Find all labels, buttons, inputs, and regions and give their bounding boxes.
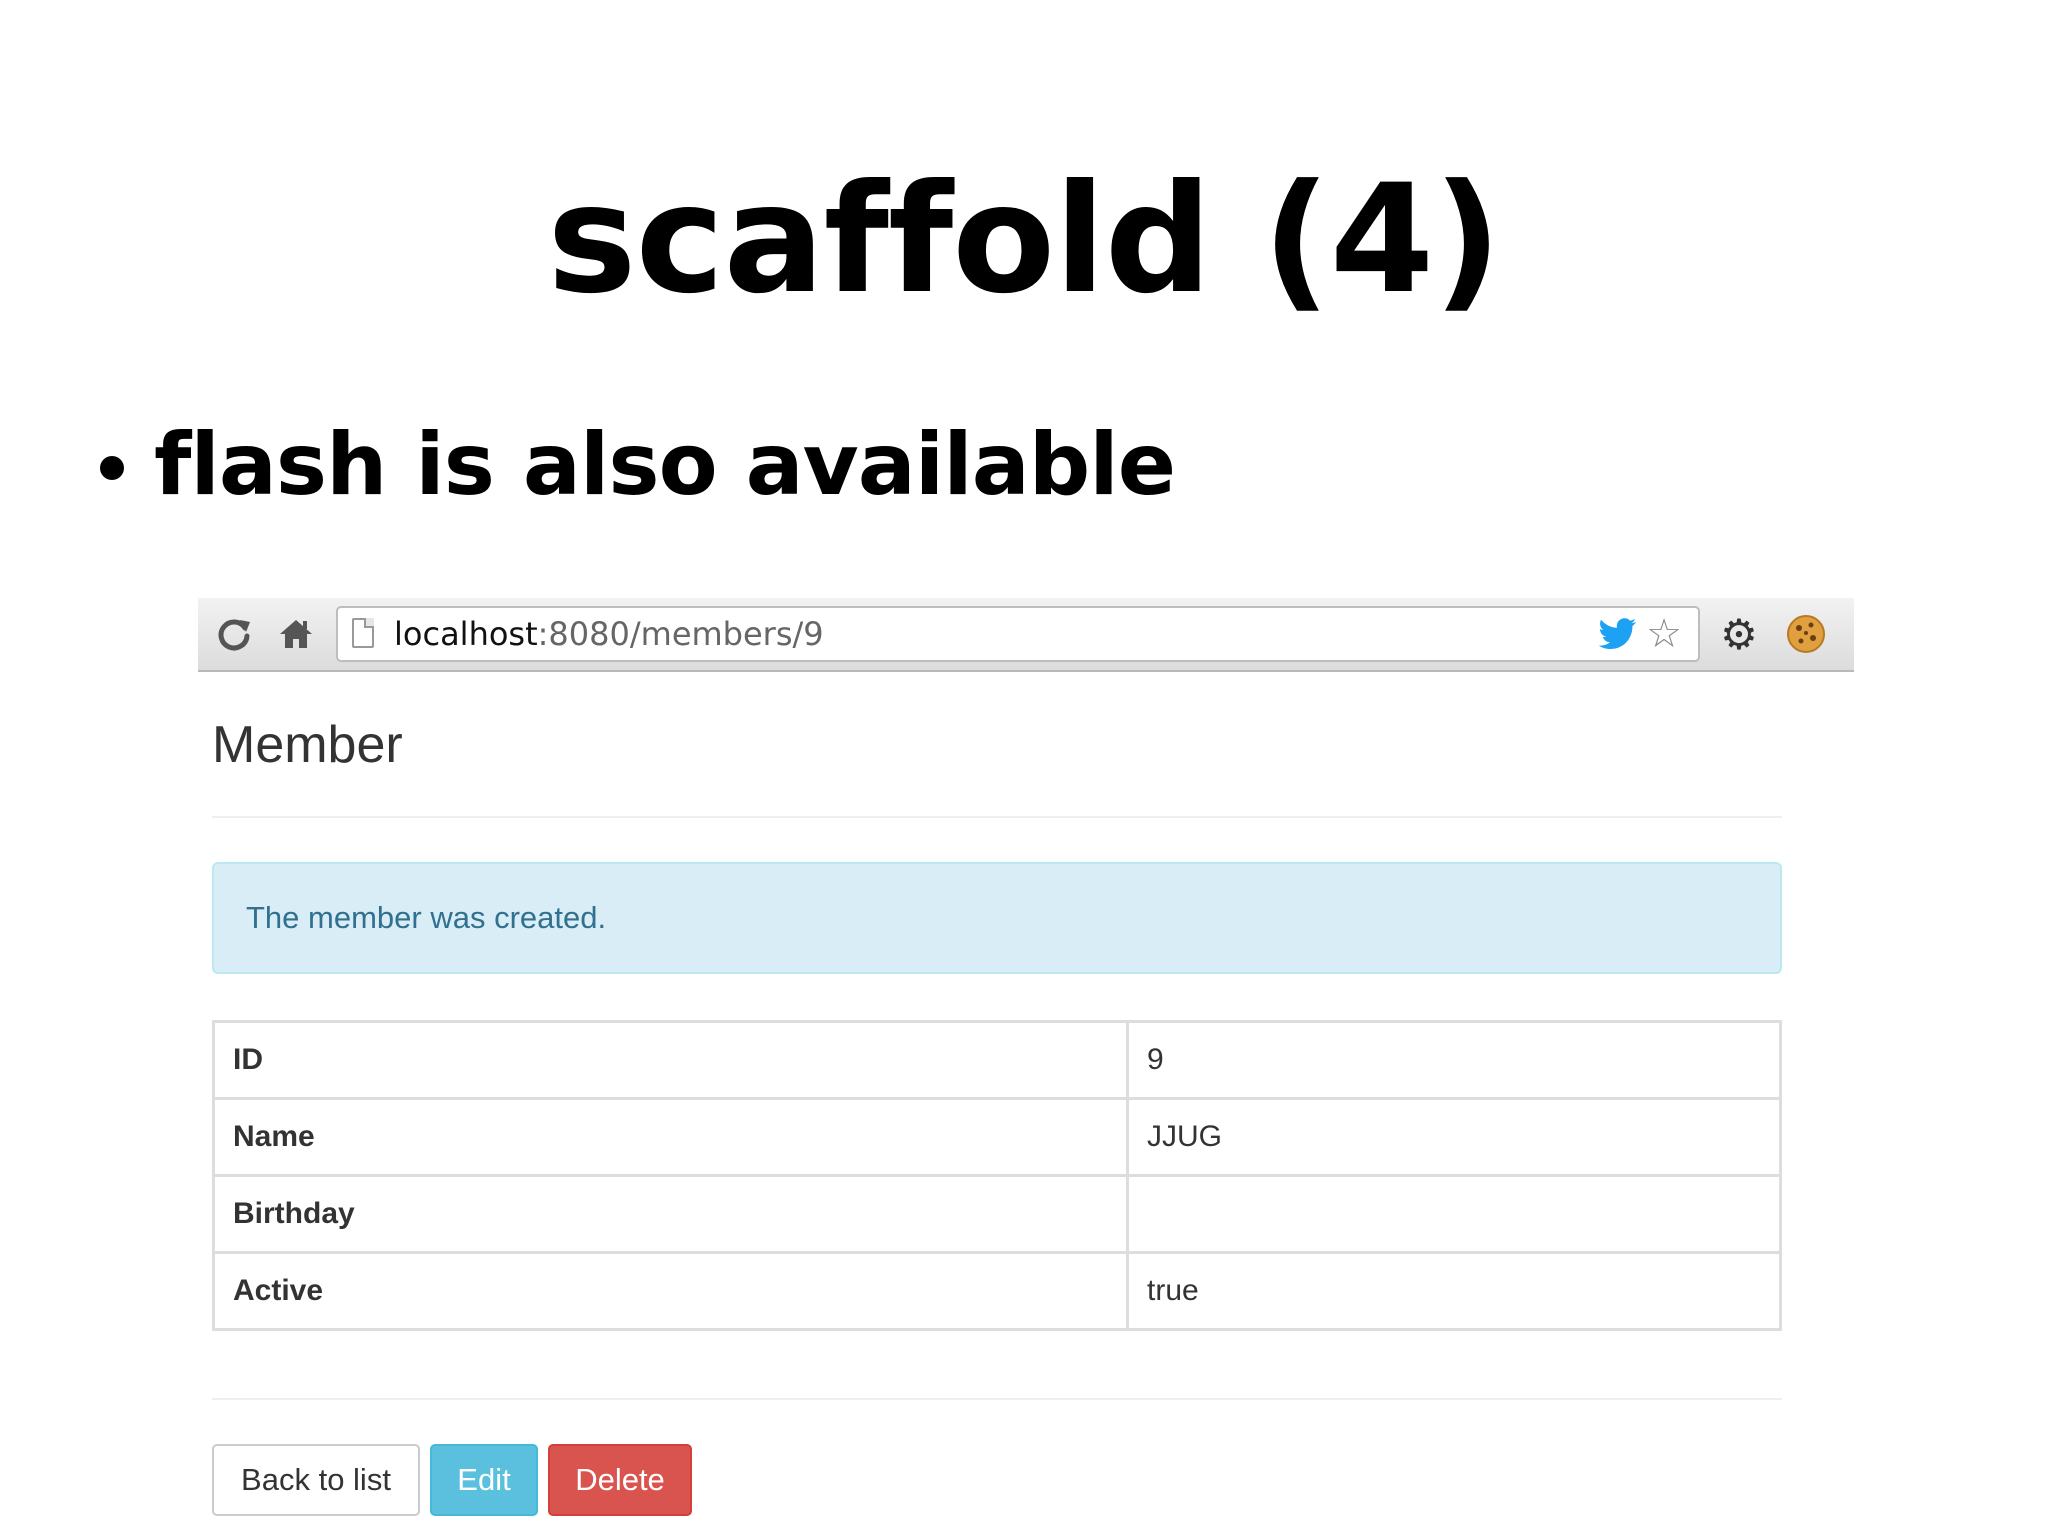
table-row: Active true xyxy=(212,1251,1782,1331)
page-icon xyxy=(352,618,374,648)
member-detail-table: ID 9 Name JJUG Birthday Active true xyxy=(212,1020,1782,1331)
cookie-icon[interactable] xyxy=(1786,614,1826,654)
delete-button[interactable]: Delete xyxy=(548,1444,692,1516)
address-bar[interactable]: localhost:8080/members/9 ☆ xyxy=(336,606,1700,662)
row-label: Birthday xyxy=(212,1174,1129,1254)
divider xyxy=(212,1398,1782,1400)
slide-title: scaffold (4) xyxy=(547,153,1501,327)
url-text[interactable]: localhost:8080/members/9 xyxy=(394,608,824,660)
twitter-icon[interactable] xyxy=(1598,617,1638,653)
flash-message: The member was created. xyxy=(246,900,607,935)
table-row: Name JJUG xyxy=(212,1097,1782,1177)
row-value: JJUG xyxy=(1126,1097,1782,1177)
slide-bullet: flash is also available xyxy=(100,410,1176,520)
back-to-list-button[interactable]: Back to list xyxy=(212,1444,420,1516)
row-value xyxy=(1126,1174,1782,1254)
browser-toolbar: localhost:8080/members/9 ☆ ⚙ xyxy=(198,598,1854,672)
row-label: ID xyxy=(212,1020,1129,1100)
home-icon[interactable] xyxy=(274,612,318,656)
row-value: true xyxy=(1126,1251,1782,1331)
url-host: localhost xyxy=(394,615,538,653)
page-title: Member xyxy=(212,716,403,774)
edit-button[interactable]: Edit xyxy=(430,1444,538,1516)
reload-icon[interactable] xyxy=(212,612,256,656)
table-row: Birthday xyxy=(212,1174,1782,1254)
slide-bullet-text: flash is also available xyxy=(154,415,1176,515)
row-value: 9 xyxy=(1126,1020,1782,1100)
bullet-dot-icon xyxy=(100,456,124,480)
gear-icon[interactable]: ⚙ xyxy=(1716,612,1762,658)
divider xyxy=(212,816,1782,818)
flash-alert: The member was created. xyxy=(212,862,1782,974)
row-label: Active xyxy=(212,1251,1129,1331)
bookmark-star-icon[interactable]: ☆ xyxy=(1642,612,1686,656)
url-path: :8080/members/9 xyxy=(537,615,824,653)
row-label: Name xyxy=(212,1097,1129,1177)
table-row: ID 9 xyxy=(212,1020,1782,1100)
